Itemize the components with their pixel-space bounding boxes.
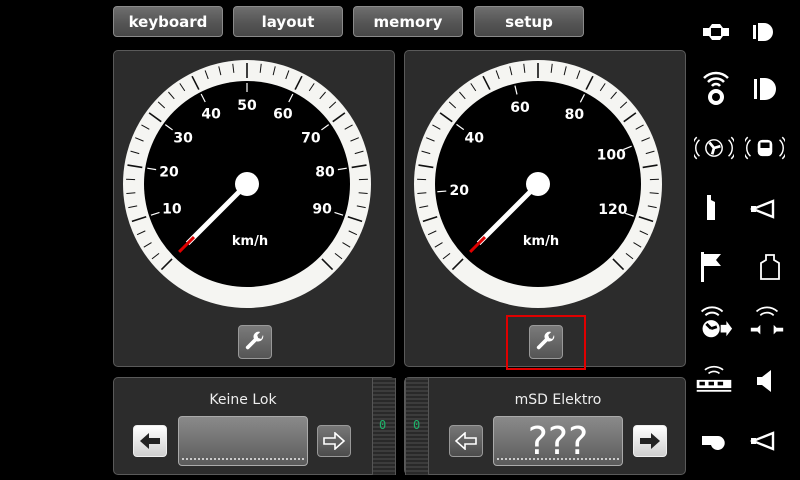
tab-keyboard[interactable]: keyboard — [113, 6, 223, 37]
loco-prev-button-left[interactable] — [133, 425, 167, 457]
speedometer-panel-left: 10 20 30 40 50 60 70 80 90 km/h — [113, 50, 395, 367]
loco-display-right[interactable]: ??? — [493, 416, 623, 466]
loco-name-right: mSD Elektro — [514, 392, 602, 408]
loco-next-button-right[interactable] — [633, 425, 667, 457]
gauge-tick — [126, 192, 136, 194]
train-sound-icon[interactable] — [694, 362, 734, 396]
loco-sound-icon[interactable] — [745, 131, 785, 165]
gauge-tick-label: 80 — [565, 107, 585, 123]
gauge-tick-label: 30 — [173, 131, 193, 147]
gauge-tick-label: 100 — [597, 147, 626, 163]
speedometer-left: 10 20 30 40 50 60 70 80 90 km/h — [123, 60, 371, 308]
gauge-unit-label: km/h — [232, 234, 268, 249]
gauge-tick — [417, 192, 427, 194]
speedometer-right: 20 40 60 80 100 120 km/h — [414, 60, 662, 308]
speed-readout-left: 0 — [379, 418, 387, 432]
cab-light-icon[interactable] — [743, 72, 783, 106]
gauge-tick-label: 10 — [162, 201, 182, 217]
gauge-tick-label: 20 — [449, 183, 469, 199]
selection-highlight — [506, 315, 586, 370]
gauge-tick-label: 60 — [273, 107, 293, 123]
gauge-tick-label: 80 — [315, 165, 335, 181]
loco-panel-right: 0 mSD Elektro ??? — [404, 377, 686, 475]
weight-icon[interactable] — [750, 250, 790, 284]
gauge-hub — [526, 172, 550, 196]
gauge-inner-tick — [437, 190, 447, 193]
flag-icon[interactable] — [690, 250, 730, 284]
gauge-tick-label: 40 — [465, 130, 485, 146]
coupling-sound-icon[interactable] — [747, 305, 787, 339]
arrow-right-icon — [640, 433, 660, 449]
coupler-icon[interactable] — [696, 15, 736, 49]
sound-bell-icon[interactable] — [696, 70, 736, 105]
arrow-left-icon — [455, 432, 477, 450]
speed-readout-right: 0 — [413, 418, 421, 432]
horn-icon[interactable] — [745, 192, 785, 226]
arrow-right-icon — [323, 432, 345, 450]
gauge-tick-label: 50 — [237, 98, 257, 114]
arrow-left-icon — [140, 433, 160, 449]
horn-high-icon[interactable] — [745, 424, 785, 458]
gauge-tick — [649, 192, 659, 194]
loco-next-button-left[interactable] — [317, 425, 351, 457]
tab-layout[interactable]: layout — [233, 6, 343, 37]
fan-sound-icon[interactable] — [694, 131, 734, 165]
tab-setup[interactable]: setup — [474, 6, 584, 37]
gauge-tick-label: 90 — [312, 201, 332, 217]
settings-button-left[interactable] — [238, 325, 272, 359]
gauge-tick-label: 60 — [510, 100, 530, 116]
gauge-tick-label: 120 — [598, 202, 627, 218]
gauge-unit-label: km/h — [523, 234, 559, 249]
gauge-tick-label: 20 — [159, 165, 179, 181]
loco-display-text-right: ??? — [527, 419, 589, 463]
gauge-tick-label: 40 — [201, 107, 221, 123]
smoke-sound-icon[interactable] — [694, 305, 734, 339]
gauge-tick — [358, 192, 368, 194]
wrench-icon — [245, 331, 264, 350]
loco-name-left: Keine Lok — [209, 392, 277, 408]
gauge-hub — [235, 172, 259, 196]
loudspeaker-icon[interactable] — [745, 364, 785, 398]
tab-memory[interactable]: memory — [353, 6, 463, 37]
gauge-tick-label: 70 — [301, 131, 321, 147]
loco-panel-left: Keine Lok 0 — [113, 377, 396, 475]
headlight-icon[interactable] — [743, 15, 783, 49]
loco-prev-button-right[interactable] — [449, 425, 483, 457]
loco-display-left[interactable] — [178, 416, 308, 466]
pantograph-icon[interactable] — [690, 190, 730, 224]
whistle-icon[interactable] — [694, 424, 734, 458]
